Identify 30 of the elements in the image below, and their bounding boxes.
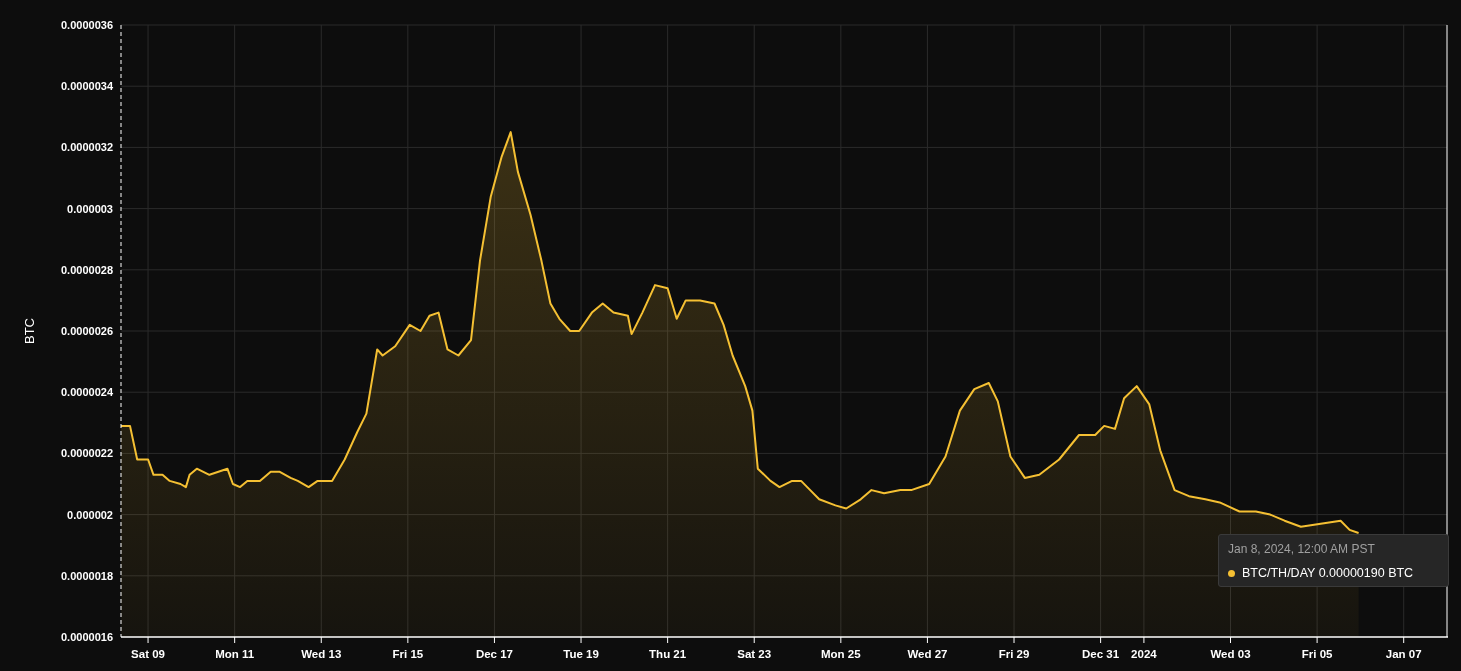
tooltip-title: Jan 8, 2024, 12:00 AM PST <box>1228 542 1376 556</box>
tick-label: Fri 15 <box>392 648 424 660</box>
tick-label: Jan 07 <box>1385 648 1422 660</box>
tick-label: 0.0000026 <box>61 325 113 337</box>
tick-label: Tue 19 <box>563 648 599 660</box>
tick-label: 0.000002 <box>67 508 113 521</box>
tick-label: 0.0000036 <box>61 19 113 31</box>
tick-label: Wed 27 <box>907 648 948 660</box>
tick-label: Fri 29 <box>998 648 1030 660</box>
tick-label: 0.0000028 <box>61 263 113 276</box>
tick-label: 0.0000018 <box>61 569 113 582</box>
tick-label: 0.0000022 <box>61 447 113 460</box>
tick-label: Sat 09 <box>131 648 165 660</box>
tick-label: 0.000003 <box>67 202 113 215</box>
tick-label: 0.0000016 <box>61 631 113 643</box>
tick-label: 0.0000032 <box>61 141 113 154</box>
tick-label: 2024 <box>1131 648 1157 660</box>
tick-label: Mon 11 <box>215 648 255 660</box>
tooltip-value: BTC/TH/DAY 0.00000190 BTC <box>1242 566 1414 580</box>
tick-label: 0.0000034 <box>61 80 113 93</box>
axis-label: BTC <box>22 318 37 344</box>
tick-label: Dec 17 <box>475 648 513 660</box>
tick-label: Wed 03 <box>1210 648 1251 660</box>
tick-label: Fri 05 <box>1301 648 1333 660</box>
tick-label: Sat 23 <box>737 648 772 660</box>
tick-label: Thu 21 <box>649 648 687 660</box>
tick-label: Wed 13 <box>301 648 342 660</box>
tick-label: Dec 31 <box>1082 648 1120 660</box>
tick-label: Mon 25 <box>821 648 861 660</box>
tick-label: 0.0000024 <box>61 386 113 399</box>
